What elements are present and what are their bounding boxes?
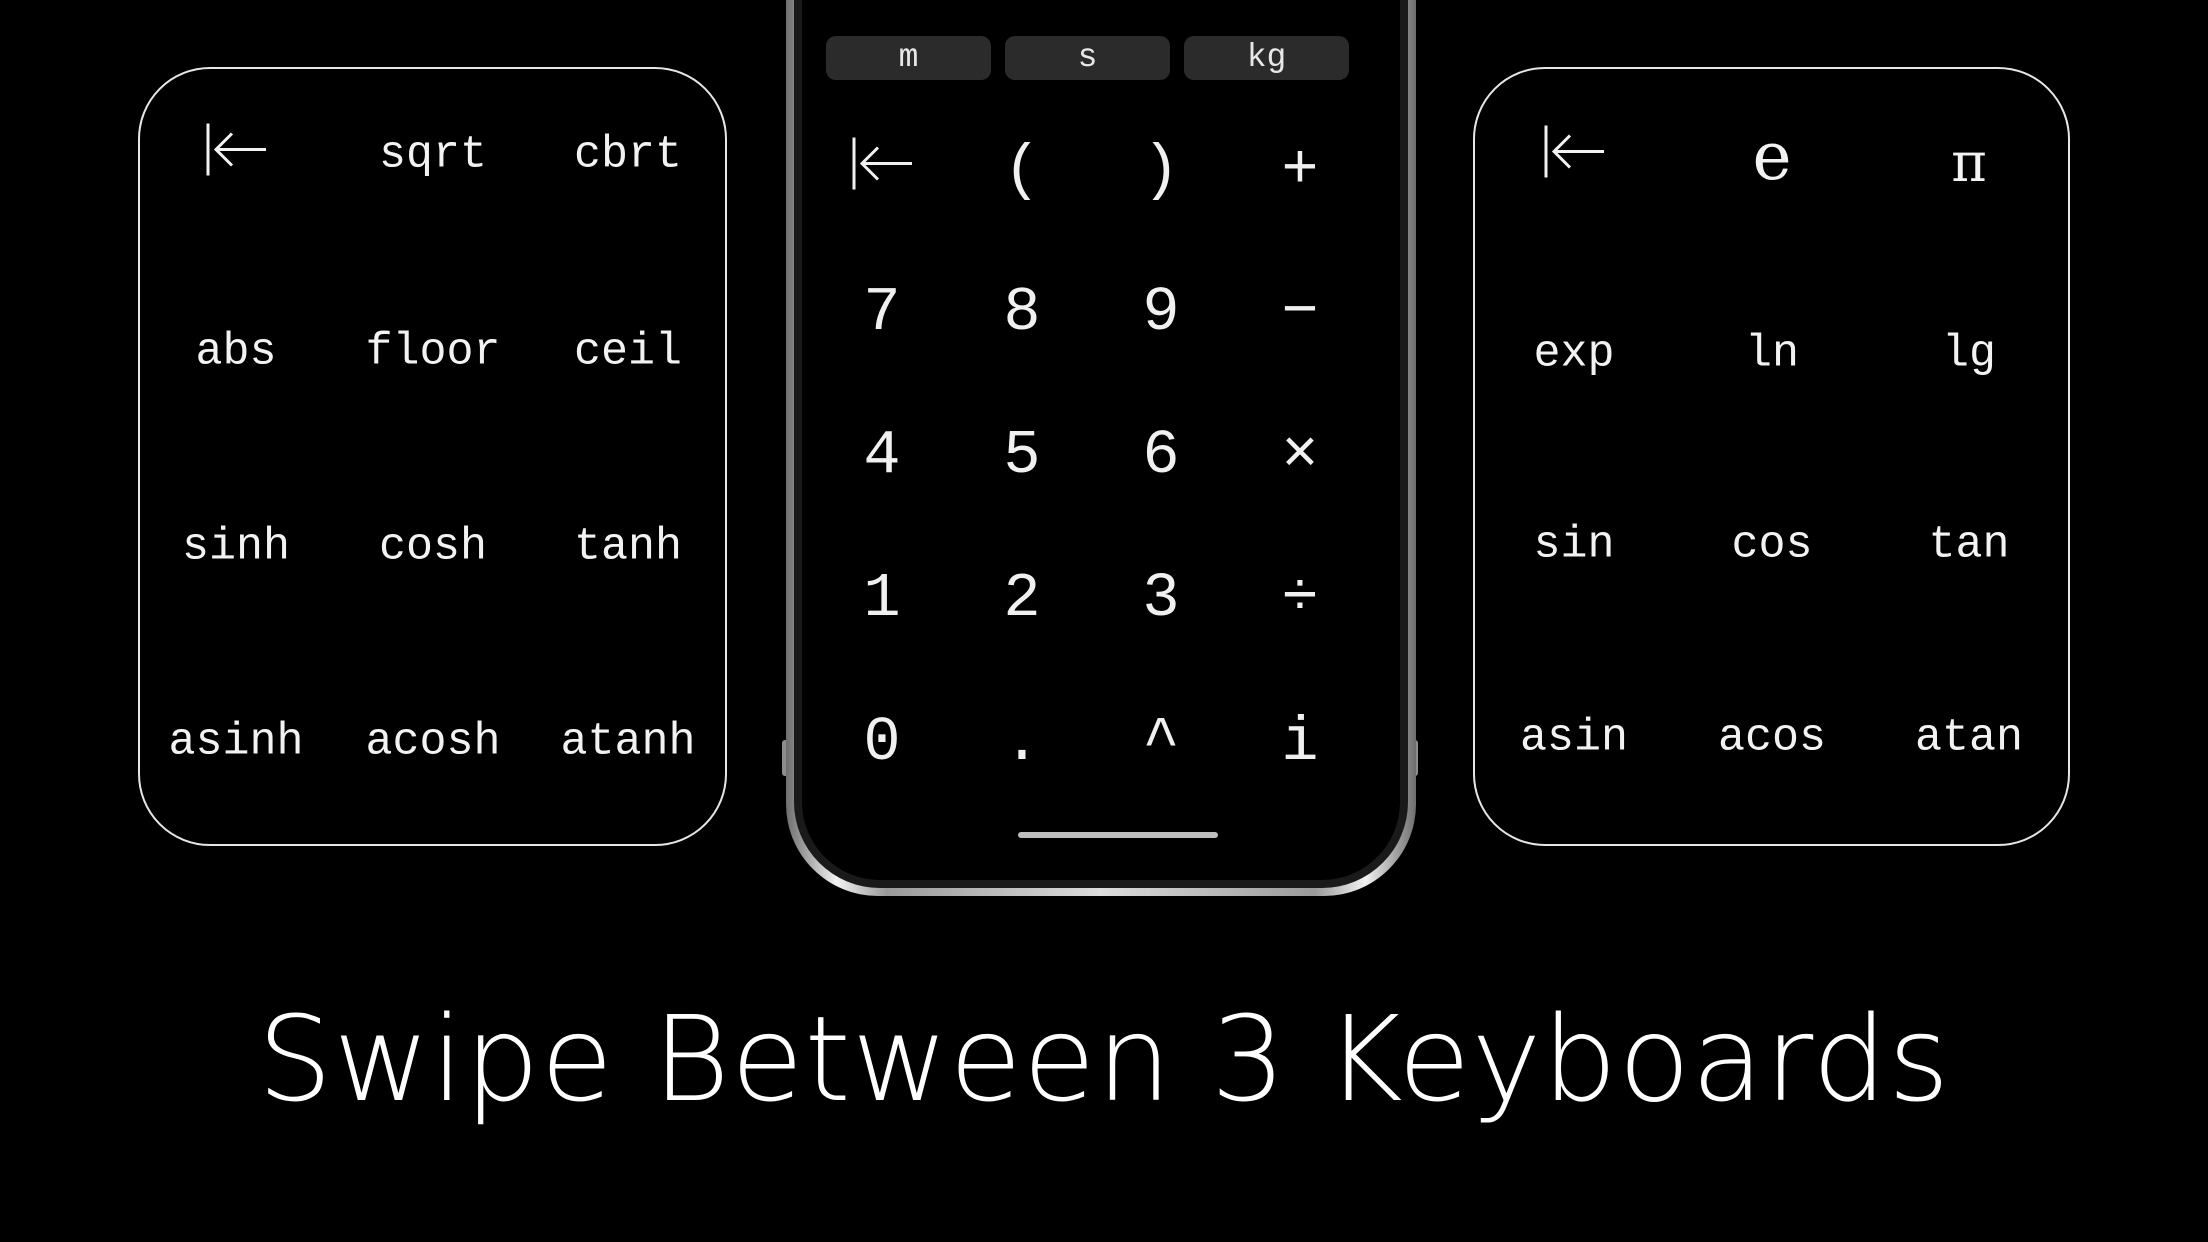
key-acos[interactable]: acos: [1718, 716, 1826, 761]
key-7[interactable]: 7: [863, 282, 900, 344]
key-atan[interactable]: atan: [1915, 716, 2023, 761]
backspace-icon: [204, 122, 268, 178]
backspace-key-left[interactable]: [204, 122, 268, 189]
backspace-key-right[interactable]: [1542, 124, 1606, 191]
key-acosh[interactable]: acosh: [365, 720, 500, 765]
key-floor[interactable]: floor: [365, 330, 500, 375]
phone-frame: m s kg ( ) + 7 8 9 − 4 5 6 × 1 2 3 ÷ 0 .…: [786, 0, 1416, 896]
key-decimal[interactable]: .: [1003, 712, 1040, 774]
backspace-icon: [1542, 124, 1606, 180]
functions-keyboard-panel-left: sqrt cbrt abs floor ceil sinh cosh tanh …: [138, 67, 727, 846]
backspace-key-center[interactable]: [850, 136, 914, 207]
key-divide[interactable]: ÷: [1281, 568, 1318, 630]
key-sinh[interactable]: sinh: [182, 525, 290, 570]
key-lg[interactable]: lg: [1942, 332, 1996, 377]
key-0[interactable]: 0: [863, 712, 900, 774]
key-sin[interactable]: sin: [1533, 523, 1614, 568]
key-1[interactable]: 1: [863, 568, 900, 630]
key-ln[interactable]: ln: [1745, 332, 1799, 377]
key-abs[interactable]: abs: [195, 330, 276, 375]
key-imaginary[interactable]: i: [1281, 712, 1318, 774]
key-minus[interactable]: −: [1281, 282, 1318, 344]
key-6[interactable]: 6: [1142, 425, 1179, 487]
unit-chip-s[interactable]: s: [1005, 36, 1170, 80]
key-tanh[interactable]: tanh: [574, 525, 682, 570]
key-power[interactable]: ^: [1142, 712, 1179, 774]
key-cos[interactable]: cos: [1731, 523, 1812, 568]
key-exp[interactable]: exp: [1533, 332, 1614, 377]
backspace-icon: [850, 136, 914, 192]
key-cbrt[interactable]: cbrt: [574, 133, 682, 178]
key-asinh[interactable]: asinh: [168, 720, 303, 765]
key-4[interactable]: 4: [863, 425, 900, 487]
key-asin[interactable]: asin: [1520, 716, 1628, 761]
key-pi[interactable]: π: [1951, 136, 1987, 190]
key-8[interactable]: 8: [1003, 282, 1040, 344]
caption-title: Swipe Between 3 Keyboards: [257, 990, 1951, 1128]
key-multiply[interactable]: ×: [1281, 425, 1318, 487]
phone-bezel: m s kg ( ) + 7 8 9 − 4 5 6 × 1 2 3 ÷ 0 .…: [794, 0, 1408, 888]
unit-chip-kg[interactable]: kg: [1184, 36, 1349, 80]
key-2[interactable]: 2: [1003, 568, 1040, 630]
key-plus[interactable]: +: [1281, 140, 1318, 202]
home-indicator[interactable]: [1018, 832, 1218, 838]
key-9[interactable]: 9: [1142, 282, 1179, 344]
key-open-paren[interactable]: (: [1003, 140, 1040, 202]
key-sqrt[interactable]: sqrt: [379, 133, 487, 178]
key-e[interactable]: e: [1752, 124, 1791, 190]
key-5[interactable]: 5: [1003, 425, 1040, 487]
unit-chips: m s kg: [826, 36, 1349, 80]
key-cosh[interactable]: cosh: [379, 525, 487, 570]
key-close-paren[interactable]: ): [1142, 140, 1179, 202]
phone-screen: m s kg ( ) + 7 8 9 − 4 5 6 × 1 2 3 ÷ 0 .…: [802, 0, 1400, 880]
unit-chip-m[interactable]: m: [826, 36, 991, 80]
key-3[interactable]: 3: [1142, 568, 1179, 630]
key-atanh[interactable]: atanh: [560, 720, 695, 765]
functions-keyboard-panel-right: e π exp ln lg sin cos tan asin acos atan: [1473, 67, 2070, 846]
key-ceil[interactable]: ceil: [574, 330, 682, 375]
key-tan[interactable]: tan: [1928, 523, 2009, 568]
